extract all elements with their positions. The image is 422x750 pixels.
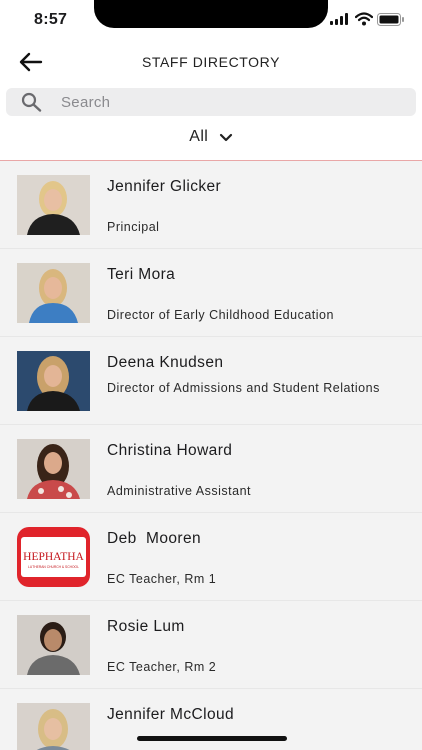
- staff-role: EC Teacher, Rm 1: [107, 572, 217, 586]
- staff-photo: [17, 439, 90, 499]
- wifi-icon: [355, 12, 373, 26]
- staff-photo: [17, 263, 90, 323]
- filter-label: All: [189, 128, 209, 145]
- staff-photo: [17, 175, 90, 235]
- staff-role: Administrative Assistant: [107, 484, 251, 498]
- staff-name: Jennifer Glicker: [107, 178, 222, 195]
- school-logo: HEPHATHA LUTHERAN CHURCH & SCHOOL: [17, 527, 90, 587]
- staff-role: Principal: [107, 220, 160, 234]
- staff-row[interactable]: Christina Howard Administrative Assistan…: [0, 425, 422, 513]
- search-bar[interactable]: [6, 88, 416, 116]
- staff-list[interactable]: Jennifer Glicker Principal Teri Mora Dir…: [0, 161, 422, 750]
- staff-role: Director of Early Childhood Education: [107, 308, 334, 322]
- staff-row[interactable]: Teri Mora Director of Early Childhood Ed…: [0, 249, 422, 337]
- staff-role: Director of Admissions and Student Relat…: [107, 381, 380, 395]
- staff-role: EC Teacher, Rm 2: [107, 660, 217, 674]
- chevron-down-icon: [219, 133, 232, 141]
- header: STAFF DIRECTORY: [0, 44, 422, 84]
- staff-photo: [17, 615, 90, 675]
- staff-name: Christina Howard: [107, 442, 233, 459]
- page-title: STAFF DIRECTORY: [141, 54, 281, 70]
- staff-name: Jennifer McCloud: [107, 706, 235, 723]
- logo-subtext: LUTHERAN CHURCH & SCHOOL: [28, 565, 79, 569]
- search-icon: [21, 92, 42, 112]
- status-time: 8:57: [34, 11, 68, 28]
- staff-name: Teri Mora: [107, 266, 176, 283]
- staff-row[interactable]: Deena Knudsen Director of Admissions and…: [0, 337, 422, 425]
- staff-name: Deena Knudsen: [107, 354, 224, 371]
- signal-icon: [330, 13, 348, 25]
- filter-dropdown[interactable]: All: [0, 128, 422, 160]
- status-bar: 8:57: [0, 0, 422, 44]
- home-indicator[interactable]: [137, 736, 287, 741]
- logo-text: HEPHATHA: [23, 551, 84, 563]
- staff-row[interactable]: Rosie Lum EC Teacher, Rm 2: [0, 601, 422, 689]
- staff-row[interactable]: Jennifer Glicker Principal: [0, 161, 422, 249]
- staff-photo: [17, 351, 90, 411]
- staff-photo: [17, 703, 90, 750]
- staff-row[interactable]: HEPHATHA LUTHERAN CHURCH & SCHOOL Deb Mo…: [0, 513, 422, 601]
- staff-name: Deb Mooren: [107, 530, 202, 547]
- battery-icon: [377, 13, 404, 26]
- notch: [94, 0, 328, 28]
- search-input[interactable]: [61, 91, 391, 113]
- staff-name: Rosie Lum: [107, 618, 185, 635]
